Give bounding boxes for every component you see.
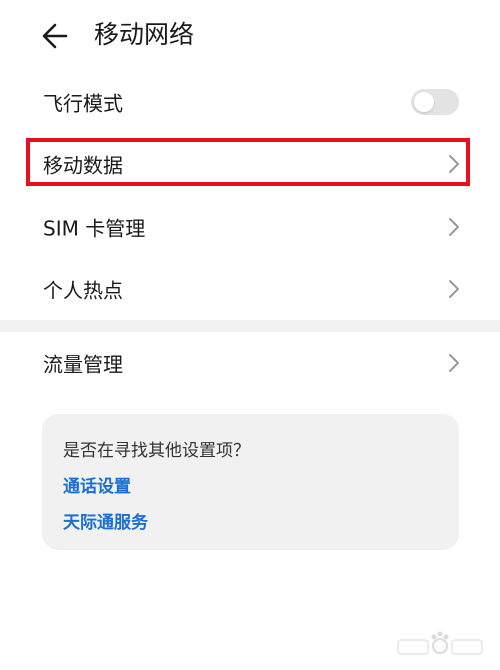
data-usage-row[interactable]: 流量管理	[0, 332, 500, 394]
mobile-data-label: 移动数据	[43, 153, 123, 178]
header-bar: 移动网络	[0, 0, 500, 70]
data-usage-label: 流量管理	[43, 352, 123, 377]
arrow-left-icon	[36, 14, 80, 58]
call-settings-link[interactable]: 通话设置	[63, 472, 131, 497]
chevron-right-icon	[446, 277, 462, 301]
sim-management-row[interactable]: SIM 卡管理	[0, 196, 500, 258]
watermark-logo	[394, 628, 486, 664]
page-title: 移动网络	[94, 20, 195, 49]
chevron-right-icon	[446, 215, 462, 239]
back-button[interactable]	[36, 14, 80, 58]
suggestions-card: 是否在寻找其他设置项？ 通话设置 天际通服务	[42, 414, 459, 550]
airplane-mode-toggle[interactable]	[411, 89, 459, 115]
airplane-mode-row: 飞行模式	[0, 71, 500, 133]
hotspot-label: 个人热点	[43, 278, 123, 303]
sim-management-label: SIM 卡管理	[43, 216, 146, 241]
airplane-mode-label: 飞行模式	[43, 91, 123, 116]
hotspot-row[interactable]: 个人热点	[0, 258, 500, 320]
chevron-right-icon	[446, 152, 462, 176]
chevron-right-icon	[446, 351, 462, 375]
section-divider	[0, 320, 500, 332]
suggestions-question: 是否在寻找其他设置项？	[63, 441, 250, 461]
mobile-data-row[interactable]: 移动数据	[0, 133, 500, 195]
skytone-service-link[interactable]: 天际通服务	[63, 508, 148, 533]
toggle-knob	[414, 92, 434, 112]
